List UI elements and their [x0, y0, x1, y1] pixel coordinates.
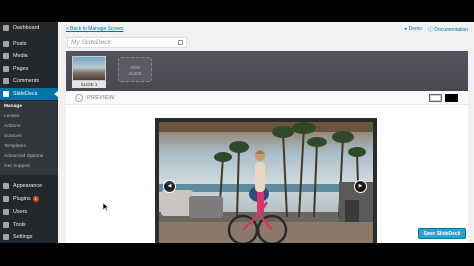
sidebar-item-plugins[interactable]: Plugins 1 — [0, 193, 58, 205]
sidebar-item-dashboard[interactable]: Dashboard — [0, 22, 58, 34]
info-icon: ⓘ — [427, 27, 433, 33]
submenu-templates[interactable]: Templates — [4, 144, 26, 149]
preview-area: ◀ ▶ — [66, 105, 468, 243]
slide-photo — [159, 122, 373, 243]
help-links: ▸ Demo ⓘ Documentation — [405, 26, 468, 33]
sidebar-item-label: Media — [13, 53, 28, 59]
pin-icon — [3, 41, 9, 47]
submenu-advanced-options[interactable]: Advanced Options — [4, 154, 43, 159]
top-letterbox — [0, 0, 474, 22]
dark-background-swatch[interactable] — [445, 94, 458, 102]
sidebar-item-label: Users — [13, 209, 28, 215]
sidebar-item-label: Comments — [13, 78, 40, 84]
slidedeck-title-field[interactable]: My SlideDeck — [67, 37, 187, 48]
slidedeck-preview: ◀ ▶ — [155, 118, 377, 243]
previous-slide-arrow-icon[interactable]: ◀ — [163, 180, 176, 193]
add-slide-button[interactable]: ADD SLIDE — [118, 57, 152, 82]
submenu-lenses[interactable]: Lenses — [4, 114, 19, 119]
submenu-sources[interactable]: Sources — [4, 134, 22, 139]
sidebar-item-label: Appearance — [13, 183, 43, 189]
update-count-badge: 1 — [32, 196, 39, 202]
sidebar-item-label: Settings — [13, 234, 33, 240]
add-slide-label-line2: SLIDE — [128, 71, 142, 76]
screen: Dashboard Posts Media Pages Comments Sli… — [0, 0, 474, 266]
wrench-icon — [3, 222, 9, 228]
plugin-icon — [3, 196, 9, 202]
sidebar-item-label: Posts — [13, 41, 27, 47]
sidebar-item-label: Plugins — [13, 196, 31, 202]
preview-label: PREVIEW — [87, 95, 115, 101]
play-icon: ▸ — [404, 26, 408, 32]
save-slidedeck-button[interactable]: Save SlideDeck — [418, 228, 466, 239]
admin-sidebar: Dashboard Posts Media Pages Comments Sli… — [0, 22, 58, 243]
beach-bicycle-photo — [159, 122, 373, 243]
slide-thumbnail[interactable] — [72, 56, 106, 81]
sidebar-item-label: Pages — [13, 66, 29, 72]
slide-label[interactable]: SLIDE 1 — [72, 81, 106, 88]
sidebar-item-appearance[interactable]: Appearance — [0, 180, 58, 192]
mouse-cursor-icon — [103, 203, 109, 211]
sidebar-item-posts[interactable]: Posts — [0, 38, 58, 50]
documentation-link[interactable]: ⓘ Documentation — [428, 26, 468, 33]
documentation-label: Documentation — [434, 27, 468, 33]
light-background-swatch[interactable] — [429, 94, 442, 102]
users-icon — [3, 209, 9, 215]
back-to-manage-link[interactable]: « Back to Manage Screen — [66, 26, 124, 32]
sidebar-item-pages[interactable]: Pages — [0, 63, 58, 75]
sidebar-item-comments[interactable]: Comments — [0, 75, 58, 87]
submenu-manage[interactable]: Manage — [4, 104, 22, 109]
pages-icon — [3, 66, 9, 72]
brush-icon — [3, 183, 9, 189]
preview-header: ⌄ PREVIEW — [66, 91, 468, 105]
submenu-get-support[interactable]: Get Support — [4, 164, 30, 169]
collapse-toggle-icon[interactable]: ⌄ — [75, 94, 83, 102]
submenu-addons[interactable]: Addons — [4, 124, 20, 129]
media-icon — [3, 53, 9, 59]
slidedeck-icon — [3, 91, 9, 97]
dashboard-icon — [3, 25, 9, 31]
sidebar-item-label: Tools — [13, 222, 26, 228]
slidedeck-submenu: Manage Lenses Addons Sources Templates A… — [0, 101, 58, 175]
sidebar-item-label: SlideDeck — [13, 91, 38, 97]
settings-icon — [3, 234, 9, 240]
comments-icon — [3, 78, 9, 84]
sidebar-item-media[interactable]: Media — [0, 50, 58, 62]
sidebar-item-settings[interactable]: Settings — [0, 231, 58, 243]
title-placeholder: My SlideDeck — [71, 39, 111, 46]
main-content: « Back to Manage Screen ▸ Demo ⓘ Documen… — [58, 22, 474, 243]
sidebar-item-label: Dashboard — [13, 25, 40, 31]
bottom-letterbox — [0, 243, 474, 266]
demo-label: Demo — [408, 26, 422, 32]
sidebar-item-users[interactable]: Users — [0, 206, 58, 218]
grid-icon[interactable] — [178, 40, 183, 45]
sidebar-item-slidedeck[interactable]: SlideDeck — [0, 88, 58, 100]
next-slide-arrow-icon[interactable]: ▶ — [354, 180, 367, 193]
demo-link[interactable]: ▸ Demo — [405, 26, 422, 33]
sidebar-item-tools[interactable]: Tools — [0, 219, 58, 231]
